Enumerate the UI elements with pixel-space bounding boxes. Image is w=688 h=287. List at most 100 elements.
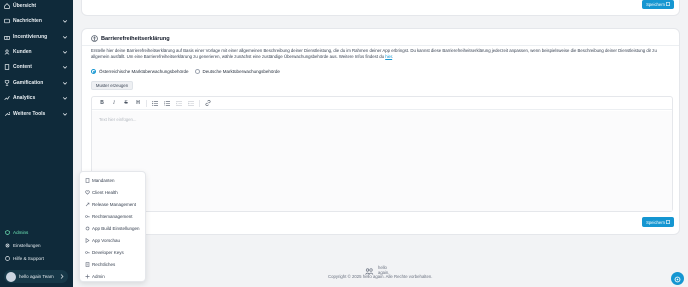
sidebar-item-label: Einstellungen <box>13 243 41 248</box>
radio-germany[interactable]: Deutsche Marktüberwachungsbehörde <box>194 69 280 74</box>
key-icon <box>85 214 90 219</box>
menu-item-admin[interactable]: Admin <box>85 271 145 281</box>
outdent-icon[interactable] <box>173 99 185 108</box>
menu-item-developer-keys[interactable]: Developer Keys <box>85 247 145 257</box>
gear-icon <box>85 226 90 231</box>
sidebar-item-incentivierung[interactable]: Incentivierung <box>4 32 70 42</box>
admin-dropdown-menu: Mandanten Client Health Release Manageme… <box>79 171 146 282</box>
link-icon[interactable] <box>202 99 214 108</box>
message-icon <box>4 18 10 24</box>
sidebar-item-einstellungen[interactable]: Einstellungen <box>5 241 69 250</box>
menu-item-rechtemanagement[interactable]: Rechtemanagement <box>85 211 145 221</box>
menu-item-label: App Vorschau <box>92 237 121 243</box>
menu-item-app-build-einstellungen[interactable]: App Build Einstellungen <box>85 223 145 233</box>
menu-item-label: Client Health <box>92 189 118 195</box>
menu-item-label: App Build Einstellungen <box>92 225 140 231</box>
sidebar-item-uebersicht[interactable]: Übersicht <box>4 1 70 11</box>
radio-label: Österreichische Marktüberwachungsbehörde <box>99 69 189 74</box>
chevron-down-icon <box>62 49 68 55</box>
menu-item-app-vorschau[interactable]: App Vorschau <box>85 235 145 245</box>
user-name: hello again Team <box>19 274 54 279</box>
card-title: Barrierefreiheitserklärung <box>91 35 170 42</box>
bold-icon[interactable]: B <box>96 99 108 108</box>
document-icon <box>85 261 90 267</box>
radio-button[interactable] <box>194 69 200 74</box>
gift-icon <box>4 34 10 40</box>
copyright: Copyright © 2025 hello again. Alle Recht… <box>328 274 433 279</box>
user-menu[interactable]: hello again Team <box>4 270 68 283</box>
heading-icon[interactable]: H <box>132 99 144 108</box>
save-button[interactable]: Speichern <box>642 217 674 227</box>
radio-label: Deutsche Marktüberwachungsbehörde <box>202 69 280 74</box>
building-icon <box>85 177 90 183</box>
menu-item-mandanten[interactable]: Mandanten <box>85 175 145 185</box>
sidebar-item-label: Kunden <box>13 49 32 55</box>
sidebar-item-label: Hilfe & Support <box>13 256 44 261</box>
sidebar-item-hilfe-support[interactable]: Hilfe & Support <box>5 254 69 263</box>
accessibility-statement-card: Barrierefreiheitserklärung Erstelle hier… <box>81 28 680 235</box>
heart-icon <box>85 190 90 195</box>
radio-button[interactable] <box>91 69 96 74</box>
radio-austria[interactable]: Österreichische Marktüberwachungsbehörde <box>91 69 189 74</box>
italic-icon[interactable]: I <box>108 99 120 108</box>
chevron-right-icon <box>60 274 64 279</box>
description: Erstelle hier deine Barrierefreiheitserk… <box>91 48 657 59</box>
menu-item-client-health[interactable]: Client Health <box>85 187 145 197</box>
key-icon <box>85 250 90 255</box>
toolbar-separator <box>146 99 147 107</box>
file-icon <box>4 64 10 70</box>
play-icon <box>85 237 90 243</box>
sidebar: Übersicht Nachrichten Incentivierung Kun… <box>0 0 73 287</box>
sidebar-item-analytics[interactable]: Analytics <box>4 93 70 103</box>
wrench-icon <box>4 111 10 117</box>
avatar <box>6 271 16 282</box>
sidebar-item-label: Analytics <box>13 95 36 101</box>
editor-placeholder: Text hier einfügen... <box>99 117 137 122</box>
menu-item-label: Rechtemanagement <box>92 213 133 219</box>
trophy-icon <box>4 80 10 86</box>
sidebar-item-admins[interactable]: Admins <box>5 228 69 237</box>
save-label: Speichern <box>646 219 665 225</box>
menu-item-label: Release Management <box>92 201 137 207</box>
chevron-down-icon <box>62 64 68 70</box>
sidebar-item-label: Content <box>13 64 32 70</box>
save-label: Speichern <box>646 2 665 7</box>
help-chat-button[interactable] <box>671 272 684 285</box>
chevron-down-icon <box>62 18 68 24</box>
bullet-list-icon[interactable] <box>149 99 161 108</box>
sidebar-item-label: Incentivierung <box>13 34 48 40</box>
chevron-down-icon <box>62 34 68 40</box>
rocket-icon <box>85 202 90 207</box>
sidebar-item-nachrichten[interactable]: Nachrichten <box>4 16 70 26</box>
toolbar-separator <box>199 99 200 107</box>
generate-template-button[interactable]: Muster erzeugen <box>91 81 133 90</box>
save-button-top[interactable]: Speichern <box>642 0 674 9</box>
description-text: Erstelle hier deine Barrierefreiheitserk… <box>91 48 657 59</box>
menu-item-label: Rechtliches <box>92 261 116 267</box>
top-card: Speichern <box>81 0 680 16</box>
sidebar-item-label: Weitere Tools <box>13 111 46 117</box>
sidebar-item-weitere-tools[interactable]: Weitere Tools <box>4 109 70 119</box>
plus-icon <box>85 274 90 279</box>
info-link[interactable]: hier <box>385 54 392 59</box>
sidebar-item-label: Nachrichten <box>13 18 42 24</box>
chevron-down-icon <box>62 80 68 86</box>
sidebar-item-content[interactable]: Content <box>4 62 70 72</box>
menu-item-release-management[interactable]: Release Management <box>85 199 145 209</box>
gear-icon <box>5 243 10 248</box>
chevron-down-icon <box>62 111 68 117</box>
editor-toolbar: B I S H <box>92 97 672 110</box>
sidebar-item-gamification[interactable]: Gamification <box>4 78 70 88</box>
menu-item-label: Admin <box>92 273 105 279</box>
menu-item-rechtliches[interactable]: Rechtliches <box>85 259 145 269</box>
strikethrough-icon[interactable]: S <box>120 99 132 108</box>
button-label: Muster erzeugen <box>95 83 129 88</box>
indent-icon[interactable] <box>185 99 197 108</box>
sidebar-item-label: Übersicht <box>13 3 37 9</box>
chat-icon <box>674 270 681 287</box>
shield-icon <box>5 230 10 235</box>
editor-textarea[interactable]: Text hier einfügen... <box>92 111 672 211</box>
sidebar-item-kunden[interactable]: Kunden <box>4 47 70 57</box>
numbered-list-icon[interactable] <box>161 99 173 108</box>
authority-radio-group: Österreichische Marktüberwachungsbehörde… <box>91 69 280 74</box>
